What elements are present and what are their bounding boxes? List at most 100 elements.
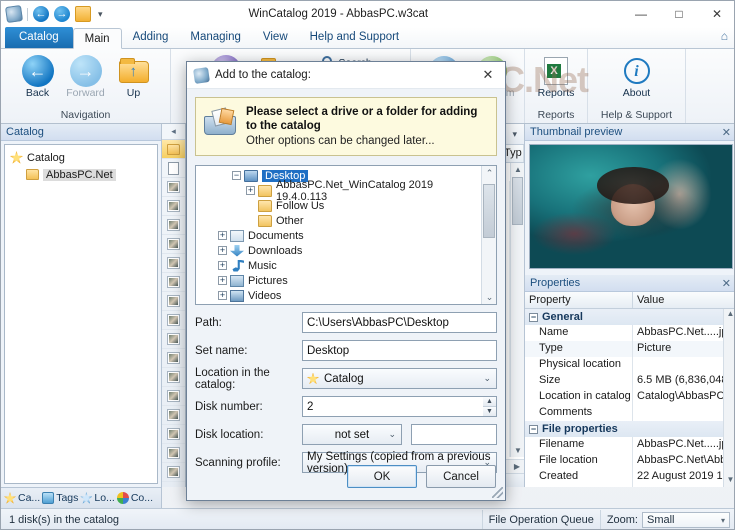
column-header-value[interactable]: Value (633, 292, 734, 308)
about-button[interactable]: i About (592, 53, 682, 99)
ribbon-collapse-icon[interactable]: ⌂ (721, 29, 728, 43)
collapse-icon[interactable]: − (529, 312, 538, 322)
catalog-tree[interactable]: Catalog AbbasPC.Net (4, 144, 158, 484)
stepper-down-icon[interactable]: ▼ (483, 407, 496, 416)
tree-node-downloads[interactable]: + Downloads (196, 243, 480, 258)
tab-loans[interactable]: Lo... (80, 492, 115, 504)
tab-catalog-bottom[interactable]: Ca... (4, 492, 40, 504)
reports-button[interactable]: Reports (532, 53, 580, 99)
table-row[interactable]: NameAbbasPC.Net.....jpg (525, 325, 723, 341)
tree-node-drive-c[interactable]: + AbbasPC (C:) (196, 303, 480, 304)
scrollbar-thumb[interactable] (483, 184, 495, 238)
disk-location-input[interactable] (411, 424, 497, 445)
list-item[interactable] (162, 311, 185, 330)
properties-vertical-scrollbar[interactable]: ▲ ▼ (723, 309, 734, 487)
set-name-input[interactable]: Desktop (302, 340, 497, 361)
tab-managing[interactable]: Managing (179, 27, 252, 48)
folder-icon[interactable] (75, 6, 91, 22)
table-row[interactable]: File locationAbbasPC.Net\Abb... (525, 453, 723, 469)
list-item[interactable] (162, 197, 185, 216)
expand-icon[interactable]: + (218, 261, 227, 270)
property-group-file-properties[interactable]: − File properties (525, 421, 723, 437)
close-icon[interactable]: ✕ (722, 276, 731, 293)
zoom-select[interactable]: Small ▾ (642, 512, 730, 528)
expand-icon[interactable]: + (218, 246, 227, 255)
table-row[interactable]: Modified02 September 201... (525, 485, 723, 487)
app-icon[interactable] (4, 4, 24, 24)
properties-rows[interactable]: − General NameAbbasPC.Net.....jpg TypePi… (525, 309, 723, 487)
list-item[interactable] (162, 273, 185, 292)
thumbnail-preview[interactable] (529, 144, 733, 269)
expand-icon[interactable]: + (218, 231, 227, 240)
scroll-down-icon[interactable]: ▼ (511, 444, 525, 457)
tab-view[interactable]: View (252, 27, 299, 48)
folder-tree[interactable]: − Desktop + AbbasPC.Net_WinCatalog 2019 … (195, 165, 497, 305)
list-item[interactable] (162, 444, 185, 463)
scroll-up-icon[interactable]: ⌃ (482, 166, 496, 180)
scroll-down-icon[interactable]: ▼ (724, 475, 734, 487)
list-item[interactable] (162, 178, 185, 197)
list-item[interactable] (162, 406, 185, 425)
property-group-general[interactable]: − General (525, 309, 723, 325)
ok-button[interactable]: OK (347, 465, 417, 488)
scroll-right-icon[interactable]: ▶ (510, 462, 524, 471)
disk-location-select[interactable]: not set ⌄ (302, 424, 402, 445)
catalog-tree-node-catalog[interactable]: Catalog (8, 149, 154, 166)
tree-node-documents[interactable]: + Documents (196, 228, 480, 243)
table-row[interactable]: Physical location (525, 357, 723, 373)
table-row[interactable]: Size6.5 MB (6,836,048 ... (525, 373, 723, 389)
tab-help-and-support[interactable]: Help and Support (299, 27, 411, 48)
forward-button[interactable]: → Forward (62, 53, 110, 99)
back-button[interactable]: ← Back (14, 53, 62, 99)
disk-number-stepper[interactable]: ▲ ▼ (483, 396, 497, 417)
table-row[interactable]: Comments (525, 405, 723, 421)
tree-vertical-scrollbar[interactable]: ⌃ ⌄ (481, 166, 496, 304)
back-arrow-icon[interactable]: ← (33, 6, 49, 22)
catalog-tree-node-abbaspc[interactable]: AbbasPC.Net (8, 166, 154, 183)
list-item[interactable] (162, 330, 185, 349)
minimize-button[interactable]: — (622, 1, 660, 27)
tree-node-other[interactable]: Other (196, 213, 480, 228)
list-item[interactable] (162, 349, 185, 368)
resize-grip[interactable] (492, 487, 503, 498)
list-item[interactable] (162, 254, 185, 273)
list-item[interactable] (162, 463, 185, 482)
tab-collections[interactable]: Co... (116, 492, 153, 504)
list-item[interactable] (162, 292, 185, 311)
tab-catalog[interactable]: Catalog (5, 27, 73, 48)
list-item[interactable] (162, 387, 185, 406)
tree-node-pictures[interactable]: + Pictures (196, 273, 480, 288)
file-operation-queue-button[interactable]: File Operation Queue (481, 509, 600, 529)
expand-icon[interactable]: + (218, 276, 227, 285)
table-row[interactable]: Location in catalogCatalog\AbbasPC.... (525, 389, 723, 405)
table-row[interactable]: Type Picture (525, 341, 723, 357)
collapse-icon[interactable]: − (232, 171, 241, 180)
list-item[interactable] (162, 425, 185, 444)
tab-adding[interactable]: Adding (122, 27, 180, 48)
close-button[interactable]: ✕ (698, 1, 734, 27)
tree-node-abbaspc-wincatalog[interactable]: + AbbasPC.Net_WinCatalog 2019 19.4.0.113 (196, 179, 480, 203)
expand-icon[interactable]: + (218, 291, 227, 300)
table-row[interactable]: FilenameAbbasPC.Net.....jpg (525, 437, 723, 453)
expand-icon[interactable]: + (246, 186, 255, 195)
close-icon[interactable]: ✕ (722, 125, 731, 142)
strip-collapse-icon[interactable]: ◂ (162, 124, 185, 140)
stepper-up-icon[interactable]: ▲ (483, 397, 496, 407)
table-row[interactable]: Created22 August 2019 16... (525, 469, 723, 485)
path-input[interactable]: C:\Users\AbbasPC\Desktop (302, 312, 497, 333)
list-item[interactable] (162, 216, 185, 235)
scroll-up-icon[interactable]: ▲ (511, 163, 525, 176)
tree-node-music[interactable]: + Music (196, 258, 480, 273)
cancel-button[interactable]: Cancel (426, 465, 496, 488)
maximize-button[interactable]: □ (660, 1, 698, 27)
chevron-down-icon[interactable]: ▾ (509, 129, 520, 140)
tab-tags[interactable]: Tags (42, 492, 78, 504)
forward-arrow-icon[interactable]: → (54, 6, 70, 22)
list-item[interactable] (162, 368, 185, 387)
item-icon-strip[interactable]: ◂ (162, 124, 186, 487)
list-item[interactable] (162, 140, 185, 159)
file-list-vertical-scrollbar[interactable]: ▲ ▼ (510, 163, 524, 457)
tree-node-videos[interactable]: + Videos (196, 288, 480, 303)
tab-main[interactable]: Main (72, 28, 122, 49)
column-header-property[interactable]: Property (525, 292, 633, 308)
